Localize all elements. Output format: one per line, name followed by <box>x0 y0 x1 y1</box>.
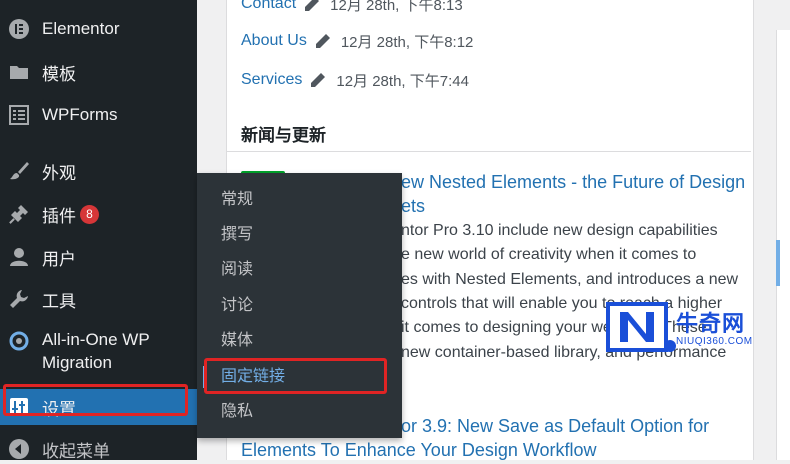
menu-item-appearance[interactable]: 外观 <box>0 154 197 188</box>
news-section-title: 新闻与更新 <box>241 126 326 145</box>
recent-page-row: Services 12月 28th, 下午7:44 <box>241 69 469 91</box>
section-divider <box>227 151 751 152</box>
menu-item-wpforms[interactable]: WPForms <box>0 98 197 132</box>
recent-page-link[interactable]: Services <box>241 71 302 89</box>
menu-item-label: 用户 <box>42 249 76 269</box>
migration-icon <box>8 330 30 352</box>
folder-icon <box>8 61 30 83</box>
menu-item-templates[interactable]: 模板 <box>0 55 197 89</box>
menu-item-tools[interactable]: 工具 <box>0 282 197 316</box>
plugin-icon <box>8 203 30 225</box>
page-date: 12月 28th, 下午7:44 <box>336 72 469 90</box>
submenu-item-general[interactable]: 常规 <box>197 183 402 217</box>
user-icon <box>8 246 30 268</box>
menu-item-label: 收起菜单 <box>42 441 110 461</box>
watermark-text: 牛奇网 <box>676 311 746 336</box>
menu-item-users[interactable]: 用户 <box>0 240 197 274</box>
news-item-excerpt-line: e new world of creativity when it comes … <box>401 246 697 263</box>
menu-item-plugins[interactable]: 插件 8 <box>0 197 197 231</box>
form-icon <box>8 104 30 126</box>
elementor-icon <box>8 18 30 40</box>
news-item-title[interactable]: ew Nested Elements - the Future of Desig… <box>401 172 745 193</box>
plugin-update-count-badge: 8 <box>80 204 99 224</box>
news-item-title[interactable]: or 3.9: New Save as Default Option for <box>401 416 709 437</box>
menu-item-label: WPForms <box>42 105 118 124</box>
menu-item-label: 模板 <box>42 64 76 84</box>
permalinks-highlight-box <box>204 358 387 394</box>
menu-item-label: Elementor <box>42 19 120 38</box>
submenu-item-writing[interactable]: 撰写 <box>197 218 402 252</box>
submenu-item-discussion[interactable]: 讨论 <box>197 289 402 323</box>
settings-submenu: 常规 撰写 阅读 讨论 媒体 固定链接 隐私 <box>197 173 402 438</box>
menu-item-elementor[interactable]: Elementor <box>0 12 197 46</box>
recent-page-row: About Us 12月 28th, 下午8:12 <box>241 30 473 52</box>
pencil-icon[interactable] <box>304 0 320 12</box>
menu-item-all-in-one-wp-migration[interactable]: All-in-One WP Migration <box>0 328 197 378</box>
wrench-icon <box>8 288 30 310</box>
page-date: 12月 28th, 下午8:13 <box>330 0 463 14</box>
menu-item-label: 插件 <box>42 206 76 226</box>
pencil-icon[interactable] <box>310 72 326 88</box>
settings-highlight-box <box>3 384 188 416</box>
menu-item-label: All-in-One WP Migration <box>42 330 150 372</box>
news-item-excerpt-line: es with Nested Elements, and introduces … <box>401 271 739 288</box>
recent-page-link[interactable]: Contact <box>241 0 296 13</box>
brush-icon <box>8 160 30 182</box>
pencil-icon[interactable] <box>315 33 331 49</box>
recent-page-link[interactable]: About Us <box>241 32 307 50</box>
watermark-subtext: NIUQI360.COM <box>676 336 753 347</box>
menu-item-label: 外观 <box>42 163 76 183</box>
submenu-item-media[interactable]: 媒体 <box>197 324 402 358</box>
menu-item-label: 工具 <box>42 291 76 311</box>
secondary-panel-accent <box>776 240 780 286</box>
news-item-excerpt-line: ntor Pro 3.10 include new design capabil… <box>401 222 718 239</box>
submenu-item-privacy[interactable]: 隐私 <box>197 395 402 429</box>
news-item-title-continued[interactable]: ets <box>401 196 425 217</box>
collapse-icon <box>8 438 30 460</box>
recent-page-row: Contact 12月 28th, 下午8:13 <box>241 0 463 14</box>
watermark-logo: 牛奇网 NIUQI360.COM <box>606 300 790 358</box>
page-date: 12月 28th, 下午8:12 <box>340 33 474 51</box>
news-item-title-continued[interactable]: Elements To Enhance Your Design Workflow <box>241 440 597 461</box>
submenu-item-reading[interactable]: 阅读 <box>197 253 402 287</box>
